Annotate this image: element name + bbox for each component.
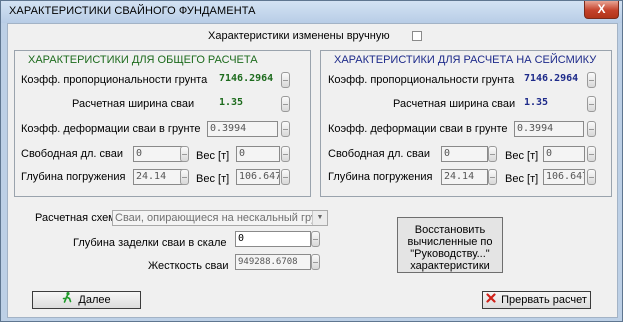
- red-x-icon: [486, 292, 496, 308]
- seismic-soil-coef-label: Коэфф. пропорциональности грунта: [328, 74, 515, 86]
- general-pile-width-label: Расчетная ширина сваи: [72, 98, 195, 110]
- abort-button[interactable]: Прервать расчет: [482, 291, 591, 309]
- restore-line2: вычисленные по: [407, 236, 493, 248]
- general-soil-coef-field[interactable]: 7146.2964: [217, 72, 278, 88]
- seismic-deform-coef-label: Коэфф. деформации сваи в грунте: [328, 123, 508, 135]
- seismic-weight2-spinner[interactable]: [587, 169, 596, 185]
- general-weight1-field[interactable]: 0: [236, 146, 280, 162]
- embed-depth-label: Глубина заделки сваи в скале: [73, 237, 227, 249]
- chevron-down-icon[interactable]: ▼: [312, 211, 327, 225]
- dialog-window: ХАРАКТЕРИСТИКИ СВАЙНОГО ФУНДАМЕНТА X Хар…: [0, 0, 623, 322]
- general-pile-width-field[interactable]: 1.35: [217, 96, 278, 112]
- seismic-depth-label: Глубина погружения: [328, 171, 433, 183]
- seismic-weight2-field[interactable]: 106.6473: [543, 169, 585, 185]
- seismic-weight1-field[interactable]: 0: [543, 146, 585, 162]
- manual-change-label: Характеристики изменены вручную: [208, 30, 390, 42]
- embed-depth-field[interactable]: 0: [235, 231, 311, 247]
- general-depth-field[interactable]: 24.14: [133, 169, 185, 185]
- general-weight1-spinner[interactable]: [281, 146, 290, 162]
- restore-line3: "Руководству...": [410, 248, 490, 260]
- close-button[interactable]: X: [584, 1, 619, 19]
- general-group-title: ХАРАКТЕРИСТИКИ ДЛЯ ОБЩЕГО РАСЧЕТА: [28, 54, 258, 66]
- seismic-deform-coef-spinner[interactable]: [587, 121, 596, 137]
- seismic-weight1-label: Вес [т]: [505, 150, 539, 162]
- seismic-pile-width-label: Расчетная ширина сваи: [393, 98, 516, 110]
- seismic-weight2-label: Вес [т]: [505, 173, 539, 185]
- manual-change-checkbox[interactable]: [412, 31, 422, 41]
- title-bar[interactable]: ХАРАКТЕРИСТИКИ СВАЙНОГО ФУНДАМЕНТА X: [1, 1, 622, 23]
- general-free-len-label: Свободная дл. сваи: [21, 148, 124, 160]
- general-weight2-spinner[interactable]: [281, 169, 290, 185]
- seismic-depth-field[interactable]: 24.14: [441, 169, 488, 185]
- seismic-pile-width-spinner[interactable]: [587, 96, 596, 112]
- seismic-deform-coef-field[interactable]: 0.3994: [514, 121, 584, 137]
- general-free-len-spinner[interactable]: [180, 146, 189, 162]
- seismic-free-len-field[interactable]: 0: [441, 146, 488, 162]
- seismic-group-title: ХАРАКТЕРИСТИКИ ДЛЯ РАСЧЕТА НА СЕЙСМИКУ: [334, 54, 597, 66]
- abort-button-label: Прервать расчет: [501, 294, 587, 306]
- close-icon: X: [597, 2, 606, 16]
- general-depth-label: Глубина погружения: [21, 171, 126, 183]
- seismic-free-len-label: Свободная дл. сваи: [328, 148, 431, 160]
- stiffness-spinner[interactable]: [311, 254, 320, 270]
- window-title: ХАРАКТЕРИСТИКИ СВАЙНОГО ФУНДАМЕНТА: [9, 5, 256, 17]
- general-weight2-label: Вес [т]: [196, 173, 230, 185]
- embed-depth-spinner[interactable]: [311, 231, 320, 247]
- general-soil-coef-spinner[interactable]: [281, 72, 290, 88]
- seismic-free-len-spinner[interactable]: [488, 146, 497, 162]
- seismic-soil-coef-spinner[interactable]: [587, 72, 596, 88]
- stiffness-label: Жесткость сваи: [148, 260, 229, 272]
- general-free-len-field[interactable]: 0: [133, 146, 185, 162]
- next-button-label: Далее: [78, 294, 111, 306]
- next-button[interactable]: Далее: [32, 291, 141, 309]
- restore-line1: Восстановить: [414, 224, 486, 236]
- stiffness-field[interactable]: 949288.6708: [235, 254, 311, 270]
- seismic-soil-coef-field[interactable]: 7146.2964: [522, 72, 583, 88]
- seismic-pile-width-field[interactable]: 1.35: [522, 96, 583, 112]
- scheme-value: Сваи, опирающиеся на нескальный грунт: [115, 212, 328, 224]
- seismic-weight1-spinner[interactable]: [587, 146, 596, 162]
- general-deform-coef-field[interactable]: 0.3994: [207, 121, 278, 137]
- general-depth-spinner[interactable]: [180, 169, 189, 185]
- runner-icon: [62, 292, 73, 308]
- general-deform-coef-spinner[interactable]: [281, 121, 290, 137]
- restore-line4: характеристики: [410, 260, 490, 272]
- scheme-label: Расчетная схема: [35, 212, 122, 224]
- scheme-select[interactable]: Сваи, опирающиеся на нескальный грунт ▼: [112, 210, 328, 226]
- dialog-body: Характеристики изменены вручную ХАРАКТЕР…: [7, 23, 618, 318]
- restore-defaults-button[interactable]: Восстановить вычисленные по "Руководству…: [397, 217, 503, 273]
- seismic-depth-spinner[interactable]: [488, 169, 497, 185]
- general-pile-width-spinner[interactable]: [281, 96, 290, 112]
- general-weight2-field[interactable]: 106.6473: [236, 169, 280, 185]
- general-deform-coef-label: Коэфф. деформации сваи в грунте: [21, 123, 201, 135]
- general-soil-coef-label: Коэфф. пропорциональности грунта: [21, 74, 208, 86]
- general-weight1-label: Вес [т]: [196, 150, 230, 162]
